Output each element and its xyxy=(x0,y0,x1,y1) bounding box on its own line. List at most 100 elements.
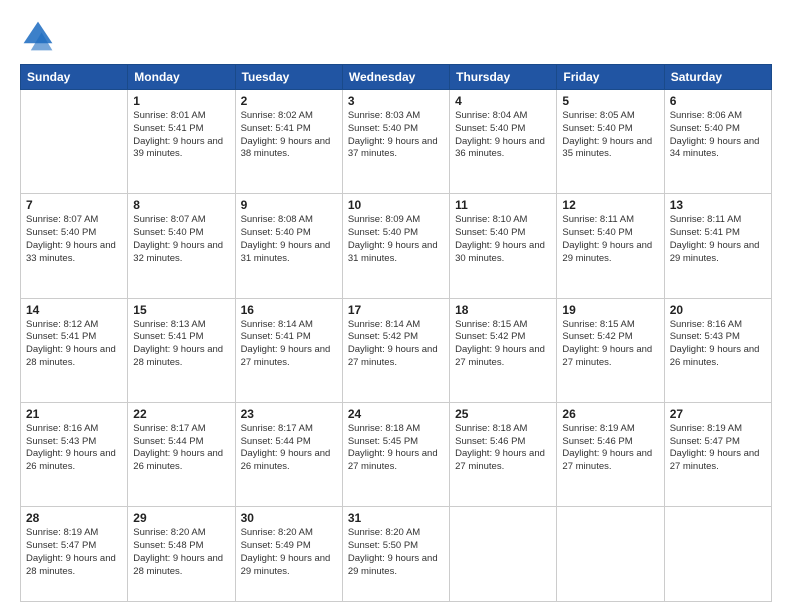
day-cell: 15 Sunrise: 8:13 AM Sunset: 5:41 PM Dayli… xyxy=(128,298,235,402)
day-info: Sunrise: 8:16 AM Sunset: 5:43 PM Dayligh… xyxy=(670,319,766,370)
week-row-4: 21 Sunrise: 8:16 AM Sunset: 5:43 PM Dayli… xyxy=(21,402,772,506)
day-number: 10 xyxy=(348,198,444,212)
day-number: 15 xyxy=(133,303,229,317)
day-cell: 7 Sunrise: 8:07 AM Sunset: 5:40 PM Daylig… xyxy=(21,194,128,298)
day-info: Sunrise: 8:03 AM Sunset: 5:40 PM Dayligh… xyxy=(348,110,444,161)
week-row-3: 14 Sunrise: 8:12 AM Sunset: 5:41 PM Dayli… xyxy=(21,298,772,402)
day-cell: 2Sunrise: 8:02 AM Sunset: 5:41 PM Daylig… xyxy=(235,90,342,194)
day-cell: 9Sunrise: 8:08 AM Sunset: 5:40 PM Daylig… xyxy=(235,194,342,298)
day-cell: 30Sunrise: 8:20 AM Sunset: 5:49 PM Dayli… xyxy=(235,507,342,602)
col-header-thursday: Thursday xyxy=(450,65,557,90)
day-cell xyxy=(664,507,771,602)
day-cell xyxy=(21,90,128,194)
day-cell: 13 Sunrise: 8:11 AM Sunset: 5:41 PM Dayli… xyxy=(664,194,771,298)
day-info: Sunrise: 8:07 AM Sunset: 5:40 PM Dayligh… xyxy=(26,214,122,265)
day-info: Sunrise: 8:01 AM Sunset: 5:41 PM Dayligh… xyxy=(133,110,229,161)
day-number: 3 xyxy=(348,94,444,108)
day-info: Sunrise: 8:18 AM Sunset: 5:45 PM Dayligh… xyxy=(348,423,444,474)
week-row-5: 28 Sunrise: 8:19 AM Sunset: 5:47 PM Dayli… xyxy=(21,507,772,602)
day-info: Sunrise: 8:20 AM Sunset: 5:48 PM Dayligh… xyxy=(133,527,229,578)
day-number: 20 xyxy=(670,303,766,317)
day-info: Sunrise: 8:17 AM Sunset: 5:44 PM Dayligh… xyxy=(241,423,337,474)
day-number: 25 xyxy=(455,407,551,421)
day-number: 4 xyxy=(455,94,551,108)
day-cell: 31Sunrise: 8:20 AM Sunset: 5:50 PM Dayli… xyxy=(342,507,449,602)
logo-icon xyxy=(20,18,56,54)
day-number: 12 xyxy=(562,198,658,212)
calendar: SundayMondayTuesdayWednesdayThursdayFrid… xyxy=(20,64,772,602)
day-number: 23 xyxy=(241,407,337,421)
day-info: Sunrise: 8:11 AM Sunset: 5:41 PM Dayligh… xyxy=(670,214,766,265)
day-cell: 26Sunrise: 8:19 AM Sunset: 5:46 PM Dayli… xyxy=(557,402,664,506)
day-number: 14 xyxy=(26,303,122,317)
day-info: Sunrise: 8:17 AM Sunset: 5:44 PM Dayligh… xyxy=(133,423,229,474)
day-info: Sunrise: 8:05 AM Sunset: 5:40 PM Dayligh… xyxy=(562,110,658,161)
day-number: 18 xyxy=(455,303,551,317)
day-number: 16 xyxy=(241,303,337,317)
day-cell: 25 Sunrise: 8:18 AM Sunset: 5:46 PM Dayli… xyxy=(450,402,557,506)
day-cell: 16 Sunrise: 8:14 AM Sunset: 5:41 PM Dayli… xyxy=(235,298,342,402)
day-number: 9 xyxy=(241,198,337,212)
page: SundayMondayTuesdayWednesdayThursdayFrid… xyxy=(0,0,792,612)
day-cell: 17Sunrise: 8:14 AM Sunset: 5:42 PM Dayli… xyxy=(342,298,449,402)
col-header-saturday: Saturday xyxy=(664,65,771,90)
day-cell: 4 Sunrise: 8:04 AM Sunset: 5:40 PM Daylig… xyxy=(450,90,557,194)
day-number: 30 xyxy=(241,511,337,525)
day-cell: 21 Sunrise: 8:16 AM Sunset: 5:43 PM Dayli… xyxy=(21,402,128,506)
day-info: Sunrise: 8:12 AM Sunset: 5:41 PM Dayligh… xyxy=(26,319,122,370)
day-info: Sunrise: 8:09 AM Sunset: 5:40 PM Dayligh… xyxy=(348,214,444,265)
day-number: 28 xyxy=(26,511,122,525)
day-cell: 28 Sunrise: 8:19 AM Sunset: 5:47 PM Dayli… xyxy=(21,507,128,602)
col-header-monday: Monday xyxy=(128,65,235,90)
day-cell: 19Sunrise: 8:15 AM Sunset: 5:42 PM Dayli… xyxy=(557,298,664,402)
day-info: Sunrise: 8:18 AM Sunset: 5:46 PM Dayligh… xyxy=(455,423,551,474)
day-info: Sunrise: 8:15 AM Sunset: 5:42 PM Dayligh… xyxy=(455,319,551,370)
day-number: 8 xyxy=(133,198,229,212)
header-row: SundayMondayTuesdayWednesdayThursdayFrid… xyxy=(21,65,772,90)
week-row-1: 1Sunrise: 8:01 AM Sunset: 5:41 PM Daylig… xyxy=(21,90,772,194)
day-cell: 29 Sunrise: 8:20 AM Sunset: 5:48 PM Dayli… xyxy=(128,507,235,602)
day-info: Sunrise: 8:13 AM Sunset: 5:41 PM Dayligh… xyxy=(133,319,229,370)
day-info: Sunrise: 8:16 AM Sunset: 5:43 PM Dayligh… xyxy=(26,423,122,474)
day-cell: 6 Sunrise: 8:06 AM Sunset: 5:40 PM Daylig… xyxy=(664,90,771,194)
day-cell: 8Sunrise: 8:07 AM Sunset: 5:40 PM Daylig… xyxy=(128,194,235,298)
day-number: 21 xyxy=(26,407,122,421)
day-cell xyxy=(450,507,557,602)
header xyxy=(20,18,772,54)
day-number: 22 xyxy=(133,407,229,421)
day-number: 24 xyxy=(348,407,444,421)
day-number: 13 xyxy=(670,198,766,212)
day-number: 19 xyxy=(562,303,658,317)
day-cell: 27 Sunrise: 8:19 AM Sunset: 5:47 PM Dayli… xyxy=(664,402,771,506)
day-info: Sunrise: 8:04 AM Sunset: 5:40 PM Dayligh… xyxy=(455,110,551,161)
week-row-2: 7 Sunrise: 8:07 AM Sunset: 5:40 PM Daylig… xyxy=(21,194,772,298)
day-cell: 3 Sunrise: 8:03 AM Sunset: 5:40 PM Daylig… xyxy=(342,90,449,194)
day-number: 5 xyxy=(562,94,658,108)
col-header-friday: Friday xyxy=(557,65,664,90)
day-number: 29 xyxy=(133,511,229,525)
day-cell: 10 Sunrise: 8:09 AM Sunset: 5:40 PM Dayli… xyxy=(342,194,449,298)
day-info: Sunrise: 8:14 AM Sunset: 5:41 PM Dayligh… xyxy=(241,319,337,370)
day-info: Sunrise: 8:06 AM Sunset: 5:40 PM Dayligh… xyxy=(670,110,766,161)
col-header-tuesday: Tuesday xyxy=(235,65,342,90)
day-cell: 14 Sunrise: 8:12 AM Sunset: 5:41 PM Dayli… xyxy=(21,298,128,402)
day-cell xyxy=(557,507,664,602)
col-header-wednesday: Wednesday xyxy=(342,65,449,90)
logo xyxy=(20,18,62,54)
day-cell: 20 Sunrise: 8:16 AM Sunset: 5:43 PM Dayli… xyxy=(664,298,771,402)
day-cell: 11Sunrise: 8:10 AM Sunset: 5:40 PM Dayli… xyxy=(450,194,557,298)
day-info: Sunrise: 8:14 AM Sunset: 5:42 PM Dayligh… xyxy=(348,319,444,370)
day-info: Sunrise: 8:11 AM Sunset: 5:40 PM Dayligh… xyxy=(562,214,658,265)
day-info: Sunrise: 8:19 AM Sunset: 5:47 PM Dayligh… xyxy=(670,423,766,474)
day-number: 6 xyxy=(670,94,766,108)
day-info: Sunrise: 8:10 AM Sunset: 5:40 PM Dayligh… xyxy=(455,214,551,265)
day-info: Sunrise: 8:19 AM Sunset: 5:47 PM Dayligh… xyxy=(26,527,122,578)
day-number: 27 xyxy=(670,407,766,421)
day-cell: 24 Sunrise: 8:18 AM Sunset: 5:45 PM Dayli… xyxy=(342,402,449,506)
day-cell: 18 Sunrise: 8:15 AM Sunset: 5:42 PM Dayli… xyxy=(450,298,557,402)
day-info: Sunrise: 8:02 AM Sunset: 5:41 PM Dayligh… xyxy=(241,110,337,161)
day-number: 7 xyxy=(26,198,122,212)
day-cell: 1Sunrise: 8:01 AM Sunset: 5:41 PM Daylig… xyxy=(128,90,235,194)
day-cell: 23 Sunrise: 8:17 AM Sunset: 5:44 PM Dayli… xyxy=(235,402,342,506)
day-cell: 5 Sunrise: 8:05 AM Sunset: 5:40 PM Daylig… xyxy=(557,90,664,194)
